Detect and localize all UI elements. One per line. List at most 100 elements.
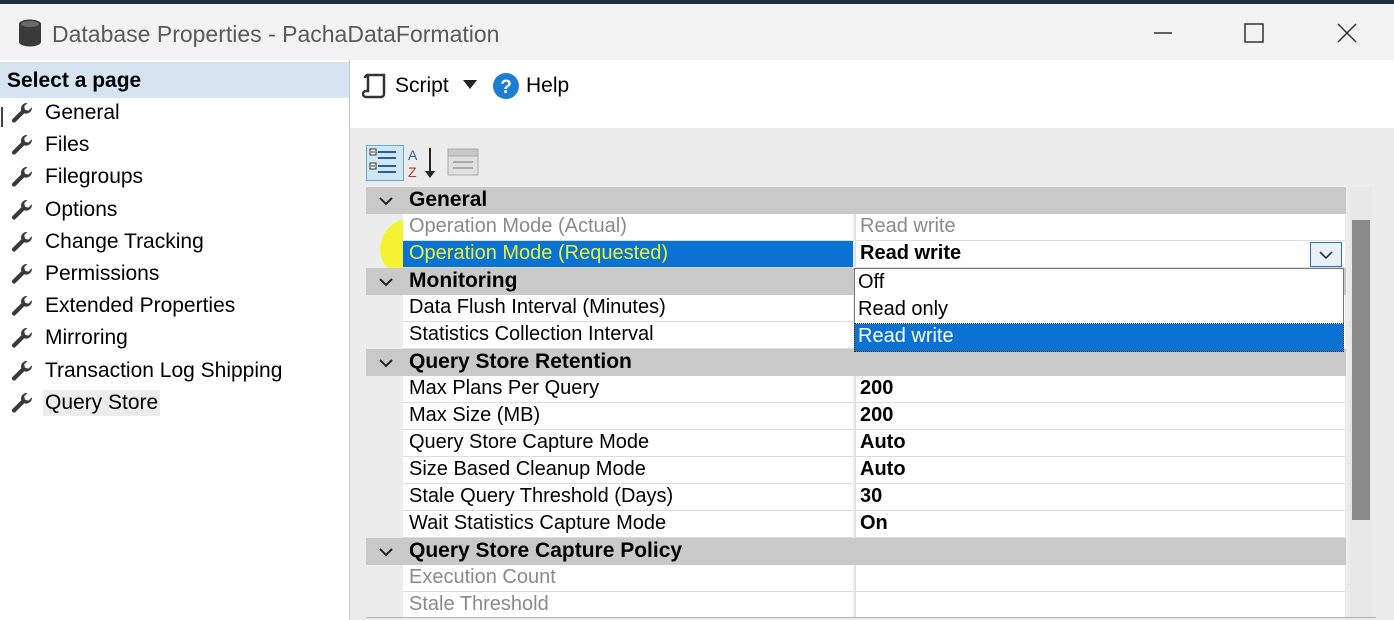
property-name-cell[interactable]: Stale Threshold — [403, 592, 853, 617]
dropdown-option[interactable]: Off — [855, 270, 1343, 297]
property-value-cell[interactable] — [855, 592, 1345, 617]
property-value: 200 — [860, 404, 894, 426]
category-row[interactable]: Query Store Capture Policy — [366, 538, 1346, 565]
property-row[interactable]: Stale Threshold — [366, 592, 1346, 617]
property-name: Statistics Collection Interval — [409, 323, 654, 345]
property-row[interactable]: Size Based Cleanup Mode Auto — [366, 457, 1346, 484]
close-icon — [1337, 23, 1357, 43]
vertical-scrollbar[interactable] — [1350, 187, 1372, 617]
categorized-icon — [366, 145, 404, 181]
minimize-icon — [1154, 32, 1172, 34]
maximize-button[interactable] — [1237, 16, 1271, 50]
property-name: Stale Threshold — [409, 593, 549, 615]
categorized-view-button[interactable] — [366, 145, 404, 186]
property-name: Max Plans Per Query — [409, 377, 600, 399]
property-row[interactable]: Max Plans Per Query 200 — [366, 376, 1346, 403]
window-title: Database Properties - PachaDataFormation — [52, 21, 500, 47]
property-row[interactable]: Query Store Capture Mode Auto — [366, 430, 1346, 457]
category-label: Query Store Capture Policy — [409, 539, 683, 562]
help-button[interactable]: Help — [526, 74, 569, 98]
property-name: Stale Query Threshold (Days) — [409, 485, 674, 507]
alphabetical-view-button[interactable]: A Z — [406, 145, 438, 186]
property-row[interactable]: Max Size (MB) 200 — [366, 403, 1346, 430]
dropdown-option-label: Off — [858, 271, 885, 293]
pane-edge-marker — [1, 107, 3, 127]
category-label: General — [409, 188, 488, 211]
operation-mode-dropdown-button[interactable] — [1310, 242, 1342, 267]
property-pages-icon — [447, 148, 479, 176]
property-name-cell[interactable]: Operation Mode (Requested) — [403, 241, 853, 268]
script-dropdown-arrow[interactable] — [462, 78, 478, 92]
property-name-cell[interactable]: Statistics Collection Interval — [403, 322, 853, 349]
dropdown-option-label: Read write — [858, 325, 954, 347]
property-name-cell[interactable]: Wait Statistics Capture Mode — [403, 511, 853, 538]
category-label: Monitoring — [409, 269, 518, 292]
property-row[interactable]: Execution Count — [366, 565, 1346, 592]
property-value-cell[interactable]: Read write — [855, 214, 1345, 241]
property-value-cell[interactable] — [855, 565, 1345, 592]
property-value-cell[interactable]: 30 — [855, 484, 1345, 511]
page-item-label: Transaction Log Shipping — [45, 358, 283, 382]
page-item-label: Files — [45, 133, 90, 157]
category-row[interactable]: Query Store Retention — [366, 349, 1346, 376]
property-value-cell[interactable]: Auto — [855, 430, 1345, 457]
property-name-cell[interactable]: Data Flush Interval (Minutes) — [403, 295, 853, 322]
title-bar[interactable]: Database Properties - PachaDataFormation — [0, 4, 1394, 60]
property-value: On — [860, 512, 888, 534]
property-value-cell[interactable]: 200 — [855, 376, 1345, 403]
property-name-cell[interactable]: Stale Query Threshold (Days) — [403, 484, 853, 511]
database-icon — [17, 18, 43, 48]
help-icon[interactable]: ? — [492, 72, 520, 100]
category-label: Query Store Retention — [409, 350, 632, 373]
dropdown-option[interactable]: Read only — [855, 297, 1343, 324]
property-value: 30 — [860, 485, 883, 507]
property-name-cell[interactable]: Max Size (MB) — [403, 403, 853, 430]
page-item-label: Permissions — [45, 262, 160, 285]
property-name-cell[interactable]: Operation Mode (Actual) — [403, 214, 853, 241]
property-pages-button[interactable] — [446, 145, 480, 184]
property-grid: General Operation Mode (Actual) Read write… — [366, 187, 1346, 617]
property-name-cell[interactable]: Query Store Capture Mode — [403, 430, 853, 457]
category-row[interactable]: General — [366, 187, 1346, 214]
maximize-icon — [1244, 23, 1264, 43]
dropdown-option[interactable]: Read write — [854, 323, 1344, 352]
dropdown-option-label: Read only — [858, 298, 949, 320]
wrench-icon — [10, 391, 34, 415]
page-selector-pane: Select a page General Files Filegroups Opti… — [0, 60, 350, 620]
operation-mode-dropdown[interactable]: Off Read only Read write — [854, 268, 1344, 352]
property-row[interactable]: Operation Mode (Requested) Read write — [366, 241, 1346, 268]
page-item-label: Extended Properties — [45, 294, 236, 318]
scrollbar-thumb[interactable] — [1352, 220, 1370, 520]
property-row[interactable]: Wait Statistics Capture Mode On — [366, 511, 1346, 538]
property-value-cell[interactable]: Read write — [855, 241, 1345, 268]
script-icon[interactable] — [361, 72, 388, 100]
property-name-cell[interactable]: Max Plans Per Query — [403, 376, 853, 403]
property-name-cell[interactable]: Execution Count — [403, 565, 853, 592]
wrench-icon — [10, 230, 34, 254]
wrench-icon — [10, 326, 34, 350]
close-button[interactable] — [1330, 16, 1364, 50]
page-item-label: Options — [45, 197, 118, 221]
property-name: Max Size (MB) — [409, 404, 541, 426]
collapse-chevron-icon[interactable] — [378, 355, 394, 371]
collapse-chevron-icon[interactable] — [378, 274, 394, 290]
property-value-cell[interactable]: 200 — [855, 403, 1345, 430]
script-button[interactable]: Script — [395, 74, 449, 98]
property-value-cell[interactable]: Auto — [855, 457, 1345, 484]
page-item-label: General — [45, 101, 120, 124]
collapse-chevron-icon[interactable] — [378, 544, 394, 560]
sort-az-icon: A Z — [408, 147, 435, 180]
page-item-label: Filegroups — [45, 165, 144, 189]
svg-text:A: A — [408, 147, 418, 163]
property-row[interactable]: Stale Query Threshold (Days) 30 — [366, 484, 1346, 511]
property-value: Auto — [860, 458, 906, 480]
toolbar: Script ? Help — [350, 60, 1394, 128]
collapse-chevron-icon[interactable] — [378, 193, 394, 209]
property-value-cell[interactable]: On — [855, 511, 1345, 538]
property-value: Read write — [860, 242, 962, 264]
minimize-button[interactable] — [1146, 16, 1180, 50]
property-row[interactable]: Operation Mode (Actual) Read write — [366, 214, 1346, 241]
page-item-label: Query Store — [43, 389, 161, 416]
property-name: Wait Statistics Capture Mode — [409, 512, 667, 534]
property-name-cell[interactable]: Size Based Cleanup Mode — [403, 457, 853, 484]
